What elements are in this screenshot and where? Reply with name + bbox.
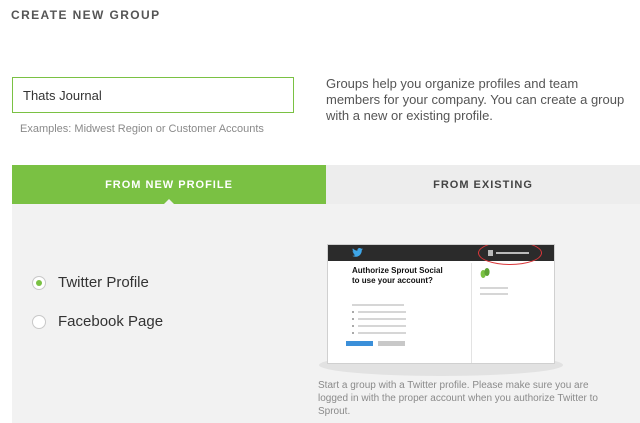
preview-authorize-button xyxy=(346,341,373,346)
preview-caption: Start a group with a Twitter profile. Pl… xyxy=(318,380,598,417)
twitter-icon xyxy=(352,248,363,257)
preview-sidebar-line xyxy=(480,287,508,289)
group-name-input[interactable] xyxy=(12,77,294,113)
tab-from-existing[interactable]: FROM EXISTING xyxy=(326,165,640,204)
preview-divider xyxy=(471,263,472,363)
list-bullet xyxy=(352,332,354,334)
sprout-social-icon xyxy=(480,268,490,278)
page-title: CREATE NEW GROUP xyxy=(11,8,161,22)
twitter-authorize-preview: Authorize Sprout Social to use your acco… xyxy=(319,244,563,376)
twitter-profile-label: Twitter Profile xyxy=(58,274,149,291)
group-name-hint: Examples: Midwest Region or Customer Acc… xyxy=(20,123,264,135)
facebook-page-label: Facebook Page xyxy=(58,313,164,330)
list-bullet xyxy=(352,325,354,327)
list-bullet xyxy=(352,311,354,313)
radio-selected-dot xyxy=(36,279,42,286)
list-bullet xyxy=(352,318,354,320)
preview-sidebar-line xyxy=(480,293,508,295)
preview-cancel-button xyxy=(378,341,405,346)
tab-from-new-profile[interactable]: FROM NEW PROFILE xyxy=(12,165,326,205)
preview-list-line xyxy=(358,332,406,334)
preview-list-line xyxy=(358,311,406,313)
preview-authorize-heading: Authorize Sprout Social to use your acco… xyxy=(352,266,443,285)
preview-window: Authorize Sprout Social to use your acco… xyxy=(327,244,555,364)
preview-list-line xyxy=(358,318,406,320)
preview-list-line xyxy=(358,325,406,327)
preview-top-bar xyxy=(328,245,554,265)
preview-list-line xyxy=(352,304,404,306)
source-tabs: FROM NEW PROFILE FROM EXISTING xyxy=(12,165,640,205)
facebook-page-option[interactable]: Facebook Page xyxy=(32,313,163,330)
group-description: Groups help you organize profiles and te… xyxy=(326,76,625,123)
twitter-profile-option[interactable]: Twitter Profile xyxy=(32,274,149,291)
account-highlight-circle xyxy=(478,245,542,265)
facebook-page-radio[interactable] xyxy=(32,314,46,329)
new-profile-panel: Twitter Profile Facebook Page Authorize … xyxy=(12,204,640,423)
twitter-profile-radio[interactable] xyxy=(32,275,46,290)
